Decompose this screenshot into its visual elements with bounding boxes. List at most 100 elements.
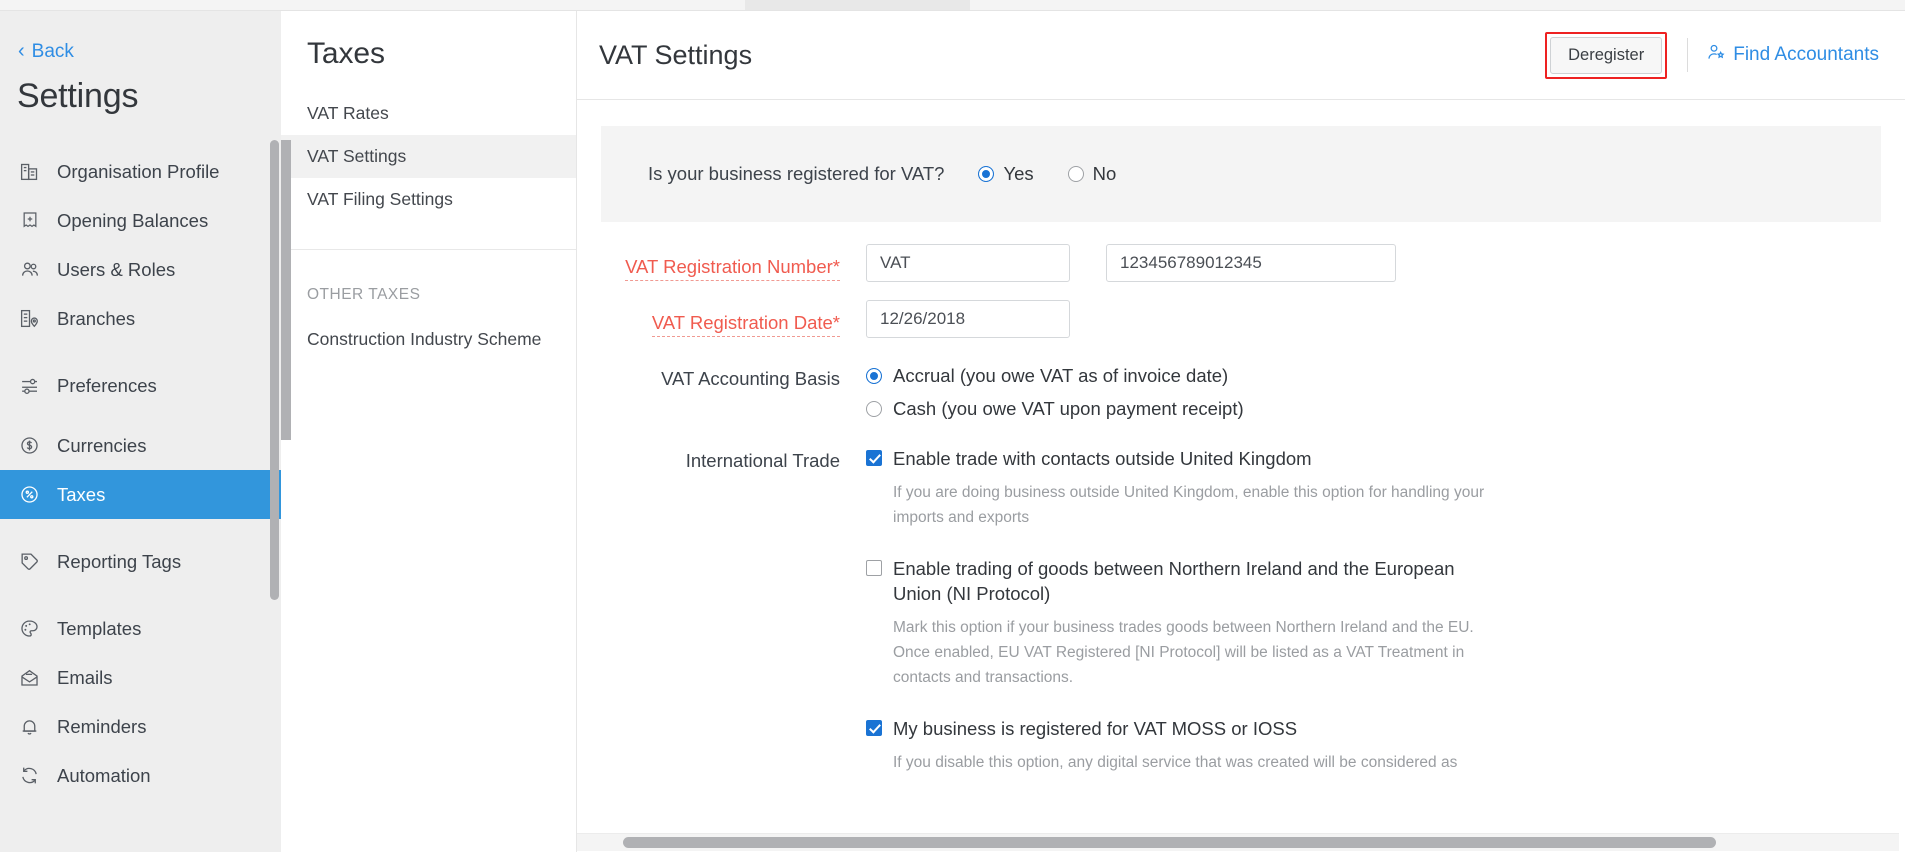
accounting-basis-accrual-option[interactable]: Accrual (you owe VAT as of invoice date) (866, 365, 1244, 387)
international-trade-row: International Trade Enable trade with co… (601, 438, 1881, 775)
sidebar-item-branches[interactable]: Branches (0, 294, 281, 343)
taxes-panel: Taxes VAT Rates VAT Settings VAT Filing … (281, 0, 577, 852)
main-body: Is your business registered for VAT? Yes… (577, 100, 1905, 851)
palette-icon (18, 617, 41, 640)
vat-registration-date-controls: 12/26/2018 (866, 300, 1881, 338)
vat-registered-no-option[interactable]: No (1067, 163, 1116, 185)
tag-icon (18, 550, 41, 573)
sidebar-item-reminders[interactable]: Reminders (0, 702, 281, 751)
app-window: ‹ Back Settings Organisation Profile Ope… (0, 0, 1905, 852)
vat-accounting-basis-controls: Accrual (you owe VAT as of invoice date)… (866, 356, 1881, 420)
vat-registration-date-input[interactable]: 12/26/2018 (866, 300, 1070, 338)
taxes-item-label: Construction Industry Scheme (307, 329, 542, 349)
sidebar-item-preferences[interactable]: Preferences (0, 361, 281, 410)
browser-top-strip (0, 0, 1905, 11)
branch-pin-icon (18, 307, 41, 330)
checkbox-block-vat-moss-ioss: My business is registered for VAT MOSS o… (866, 716, 1508, 775)
envelope-icon (18, 666, 41, 689)
sidebar-item-label: Preferences (57, 374, 157, 396)
sidebar-item-taxes[interactable]: Taxes (0, 470, 281, 519)
taxes-item-vat-filing-settings[interactable]: VAT Filing Settings (281, 178, 576, 221)
sliders-icon (18, 374, 41, 397)
header-actions: Deregister Find Accountants (1545, 31, 1883, 79)
vat-registration-date-row: VAT Registration Date* 12/26/2018 (601, 300, 1881, 338)
form-fields: VAT Registration Number* VAT 12345678901… (601, 222, 1881, 775)
vat-registration-number-controls: VAT 123456789012345 (866, 244, 1881, 282)
sidebar-item-label: Users & Roles (57, 258, 176, 280)
taxes-group-label: OTHER TAXES (307, 286, 421, 303)
sidebar-item-label: Currencies (57, 434, 147, 456)
settings-sidebar: ‹ Back Settings Organisation Profile Ope… (0, 0, 281, 852)
taxes-group-list: Construction Industry Scheme (281, 318, 576, 361)
sidebar-item-emails[interactable]: Emails (0, 653, 281, 702)
checkbox-block-ni-protocol: Enable trading of goods between Northern… (866, 556, 1508, 690)
radio-cash-label: Cash (you owe VAT upon payment receipt) (893, 398, 1244, 419)
radio-yes-indicator (978, 166, 995, 182)
checkbox-help-text: Mark this option if your business trades… (893, 618, 1474, 686)
row-spacer (601, 338, 1881, 356)
checkbox-enable-trade-outside-uk[interactable]: Enable trade with contacts outside Unite… (866, 446, 1466, 472)
browser-tab-hint (745, 0, 970, 10)
checkbox-label: Enable trading of goods between Northern… (893, 557, 1455, 605)
vat-registration-question-label: Is your business registered for VAT? (648, 163, 945, 184)
checkbox-block-outside-uk: Enable trade with contacts outside Unite… (866, 446, 1508, 530)
checkbox-indicator (866, 559, 882, 576)
accounting-basis-cash-option[interactable]: Cash (you owe VAT upon payment receipt) (866, 398, 1244, 420)
taxes-item-construction-industry-scheme[interactable]: Construction Industry Scheme (281, 318, 576, 361)
taxes-panel-scrollbar[interactable] (281, 140, 291, 440)
vat-registered-yes-option[interactable]: Yes (978, 163, 1034, 185)
sidebar-item-currencies[interactable]: Currencies (0, 421, 281, 470)
taxes-item-vat-settings[interactable]: VAT Settings (281, 135, 576, 178)
international-trade-controls: Enable trade with contacts outside Unite… (866, 438, 1881, 775)
vat-number-input[interactable]: 123456789012345 (1106, 244, 1396, 282)
back-button[interactable]: ‹ Back (0, 11, 281, 63)
vat-registration-number-row: VAT Registration Number* VAT 12345678901… (601, 244, 1881, 282)
vat-prefix-input[interactable]: VAT (866, 244, 1070, 282)
checkbox-help-text: If you are doing business outside United… (893, 483, 1485, 526)
refresh-icon (18, 764, 41, 787)
sidebar-item-label: Emails (57, 666, 113, 688)
radio-cash-indicator (866, 401, 882, 417)
percent-circle-icon (18, 483, 41, 506)
radio-accrual-label: Accrual (you owe VAT as of invoice date) (893, 365, 1229, 386)
sidebar-item-organisation-profile[interactable]: Organisation Profile (0, 147, 281, 196)
taxes-item-vat-rates[interactable]: VAT Rates (281, 92, 576, 135)
receipt-plus-icon (18, 209, 41, 232)
radio-no-indicator (1067, 166, 1084, 182)
sidebar-scrollbar[interactable] (270, 140, 279, 600)
radio-accrual-indicator (866, 368, 882, 384)
checkbox-label: My business is registered for VAT MOSS o… (893, 718, 1298, 740)
checkbox-help-text: If you disable this option, any digital … (893, 753, 1458, 771)
checkbox-enable-ni-protocol[interactable]: Enable trading of goods between Northern… (866, 556, 1466, 607)
sidebar-item-users-roles[interactable]: Users & Roles (0, 245, 281, 294)
vat-registration-number-label: VAT Registration Number* (601, 244, 866, 281)
sidebar-item-opening-balances[interactable]: Opening Balances (0, 196, 281, 245)
vat-registration-radio-group: Yes No (978, 163, 1116, 185)
sidebar-item-templates[interactable]: Templates (0, 604, 281, 653)
sidebar-item-reporting-tags[interactable]: Reporting Tags (0, 537, 281, 586)
find-accountants-label: Find Accountants (1733, 44, 1879, 65)
taxes-panel-title: Taxes (307, 37, 385, 70)
page-title: Settings (17, 77, 139, 115)
sidebar-item-label: Reminders (57, 715, 147, 737)
sidebar-nav: Organisation Profile Opening Balances Us… (0, 147, 281, 800)
sidebar-item-automation[interactable]: Automation (0, 751, 281, 800)
right-edge-strip (1899, 100, 1905, 851)
horizontal-scrollbar-thumb[interactable] (623, 837, 1716, 848)
horizontal-scrollbar[interactable] (577, 833, 1905, 851)
sidebar-item-label: Automation (57, 764, 151, 786)
deregister-button[interactable]: Deregister (1550, 36, 1663, 74)
vat-registration-question-banner: Is your business registered for VAT? Yes… (601, 126, 1881, 222)
sidebar-item-label: Taxes (57, 483, 106, 505)
checkbox-vat-moss-ioss[interactable]: My business is registered for VAT MOSS o… (866, 716, 1466, 742)
row-spacer (601, 420, 1881, 438)
vat-accounting-basis-row: VAT Accounting Basis Accrual (you owe VA… (601, 356, 1881, 420)
chevron-left-icon: ‹ (18, 40, 25, 62)
back-label: Back (31, 41, 74, 62)
main-panel: VAT Settings Deregister Find Accountants (577, 0, 1905, 852)
sidebar-item-label: Branches (57, 307, 136, 329)
find-accountants-link[interactable]: Find Accountants (1706, 42, 1883, 68)
main-title: VAT Settings (599, 39, 753, 70)
